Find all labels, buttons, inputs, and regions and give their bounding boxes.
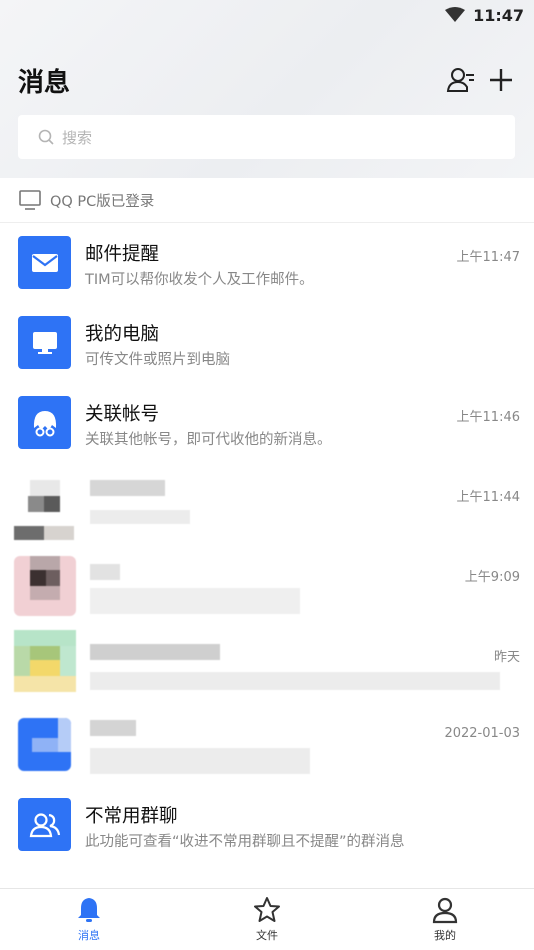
blurred-avatar bbox=[14, 556, 76, 616]
status-bar: 11:47 bbox=[445, 4, 524, 26]
conversation-time: 昨天 bbox=[493, 650, 520, 665]
conversation-item[interactable]: 昨天 bbox=[0, 624, 534, 704]
blurred-name bbox=[90, 564, 120, 580]
tab-messages[interactable]: 消息 bbox=[49, 895, 129, 943]
pc-login-bar[interactable]: QQ PC版已登录 bbox=[0, 178, 534, 223]
conversation-name: 我的电脑 bbox=[85, 324, 160, 345]
conversation-item[interactable]: 关联帐号 关联其他帐号，即可代收他的新消息。 上午11:46 bbox=[0, 384, 534, 464]
status-time: 11:47 bbox=[473, 5, 524, 25]
conversation-name: 不常用群聊 bbox=[85, 806, 178, 827]
conversation-item[interactable]: 上午11:44 bbox=[0, 464, 534, 544]
add-contact-icon[interactable] bbox=[445, 64, 477, 96]
search-input[interactable]: 搜索 bbox=[18, 115, 515, 159]
mail-icon bbox=[18, 236, 71, 289]
blurred-avatar bbox=[18, 718, 71, 771]
monitor-icon bbox=[19, 190, 41, 210]
blurred-name bbox=[90, 720, 136, 736]
conversation-preview: TIM可以帮你收发个人及工作邮件。 bbox=[85, 272, 314, 288]
tab-me[interactable]: 我的 bbox=[405, 895, 485, 943]
plus-icon[interactable] bbox=[485, 64, 517, 96]
blurred-preview bbox=[90, 588, 300, 614]
conversation-time: 上午9:09 bbox=[464, 570, 520, 585]
search-placeholder: 搜索 bbox=[62, 128, 93, 147]
blurred-preview bbox=[90, 672, 500, 690]
search-icon bbox=[38, 129, 54, 145]
star-icon bbox=[254, 897, 280, 922]
bottom-tab-bar: 消息 文件 我的 bbox=[0, 888, 534, 950]
person-icon bbox=[432, 897, 458, 924]
blurred-preview bbox=[90, 510, 190, 524]
computer-icon bbox=[18, 316, 71, 369]
conversation-time: 上午11:46 bbox=[456, 410, 520, 425]
blurred-avatar bbox=[14, 630, 76, 692]
page-title: 消息 bbox=[18, 68, 71, 98]
conversation-time: 上午11:44 bbox=[456, 490, 520, 505]
conversation-preview: 可传文件或照片到电脑 bbox=[85, 352, 230, 368]
bell-icon bbox=[78, 898, 100, 922]
tab-files[interactable]: 文件 bbox=[227, 895, 307, 943]
blurred-name bbox=[90, 644, 220, 660]
tab-label: 我的 bbox=[434, 929, 456, 942]
conversation-item[interactable]: 邮件提醒 TIM可以帮你收发个人及工作邮件。 上午11:47 bbox=[0, 224, 534, 304]
blurred-name bbox=[90, 480, 165, 496]
conversation-name: 邮件提醒 bbox=[85, 244, 160, 265]
tab-label: 文件 bbox=[256, 929, 278, 942]
tab-label: 消息 bbox=[78, 929, 100, 942]
wifi-icon bbox=[445, 7, 466, 22]
pc-login-text: QQ PC版已登录 bbox=[50, 193, 155, 210]
blurred-preview bbox=[90, 748, 310, 774]
conversation-time: 2022-01-03 bbox=[444, 726, 520, 741]
blurred-avatar bbox=[14, 480, 76, 540]
conversation-preview: 关联其他帐号，即可代收他的新消息。 bbox=[85, 432, 332, 448]
conversation-item[interactable]: 上午9:09 bbox=[0, 544, 534, 624]
conversation-item[interactable]: 我的电脑 可传文件或照片到电脑 bbox=[0, 304, 534, 384]
group-icon bbox=[18, 798, 71, 851]
linked-account-icon bbox=[18, 396, 71, 449]
conversation-name: 关联帐号 bbox=[85, 404, 160, 425]
conversation-item[interactable]: 2022-01-03 bbox=[0, 704, 534, 784]
conversation-preview: 此功能可查看“收进不常用群聊且不提醒”的群消息 bbox=[85, 834, 405, 850]
conversation-time: 上午11:47 bbox=[456, 250, 520, 265]
conversation-item[interactable]: 不常用群聊 此功能可查看“收进不常用群聊且不提醒”的群消息 bbox=[0, 786, 534, 866]
